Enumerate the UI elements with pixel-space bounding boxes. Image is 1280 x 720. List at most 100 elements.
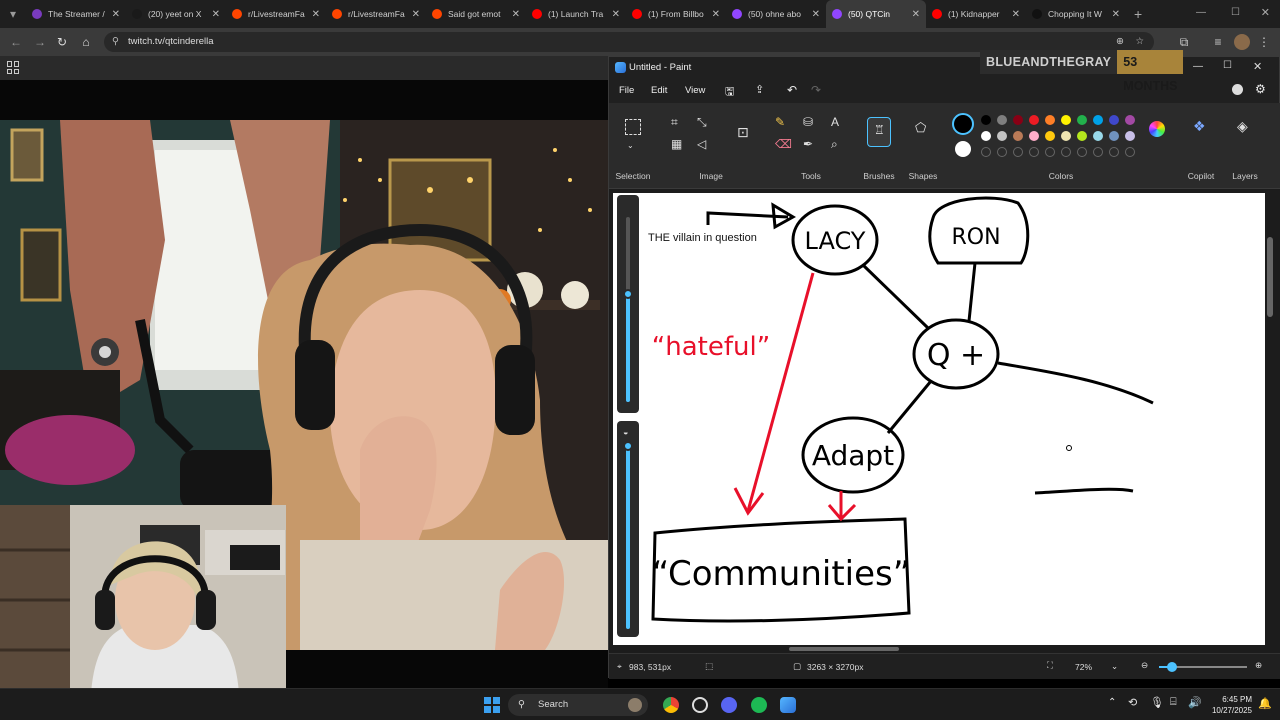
color-swatch[interactable] (1109, 115, 1119, 125)
custom-color-slot[interactable] (1045, 147, 1055, 157)
color-swatch[interactable] (1061, 115, 1071, 125)
browser-tab[interactable]: The Streamer / ✕ (26, 0, 126, 28)
browser-menu-icon[interactable]: ⋮ (1256, 34, 1272, 50)
url-field[interactable]: ⚲ twitch.tv/qtcinderella ☆ ⊕ (104, 32, 1154, 52)
microphone-icon[interactable]: 🎙 (1150, 696, 1164, 709)
close-window-icon[interactable]: ✕ (1261, 6, 1270, 19)
start-button-icon[interactable] (484, 697, 500, 713)
color-swatch[interactable] (1045, 115, 1055, 125)
tab-close-icon[interactable]: ✕ (912, 9, 920, 20)
browser-tab[interactable]: (1) Launch Tra ✕ (526, 0, 626, 28)
taskbar-search[interactable]: ⚲ Search (508, 694, 648, 716)
site-info-icon[interactable]: ⚲ (112, 32, 119, 52)
tab-close-icon[interactable]: ✕ (312, 9, 320, 20)
account-icon[interactable] (1232, 84, 1243, 95)
tray-sync-icon[interactable]: ⟲ (1128, 696, 1137, 709)
paint-maximize-icon[interactable]: ☐ (1223, 60, 1232, 71)
browser-tab[interactable]: (1) Kidnapper ✕ (926, 0, 1026, 28)
browser-tab[interactable]: (20) yeet on X ✕ (126, 0, 226, 28)
custom-color-slot[interactable] (1077, 147, 1087, 157)
browser-tab[interactable]: Chopping It W ✕ (1026, 0, 1126, 28)
color-swatch[interactable] (1125, 115, 1135, 125)
volume-icon[interactable]: 🔊 (1188, 696, 1202, 709)
eraser-icon[interactable]: ⌫ (775, 137, 792, 151)
browser-tab[interactable]: r/LivestreamFa ✕ (226, 0, 326, 28)
secondary-color-swatch[interactable] (955, 141, 971, 157)
brush-size-thumb[interactable] (623, 289, 633, 299)
zoom-out-icon[interactable]: ⊖ (1141, 660, 1148, 671)
color-swatch[interactable] (997, 131, 1007, 141)
save-icon[interactable]: 🖫 (725, 83, 734, 102)
edit-colors-icon[interactable] (1149, 121, 1165, 137)
color-swatch[interactable] (1013, 131, 1023, 141)
vertical-scrollbar[interactable] (1267, 237, 1273, 317)
shapes-icon[interactable]: ⬠ (915, 121, 926, 135)
background-remove-icon[interactable]: ⊡ (737, 125, 749, 139)
horizontal-scrollbar[interactable] (789, 647, 899, 651)
network-icon[interactable]: ⌸ (1170, 696, 1177, 709)
color-picker-icon[interactable]: ✒ (803, 137, 813, 151)
custom-color-slot[interactable] (1029, 147, 1039, 157)
paint-taskbar-icon[interactable] (780, 697, 796, 713)
chrome-taskbar-icon[interactable] (663, 697, 679, 713)
share-icon[interactable]: ⇪ (755, 83, 764, 96)
undo-icon[interactable]: ↶ (787, 83, 797, 97)
zoom-level[interactable]: 72% (1075, 662, 1092, 672)
spotify-taskbar-icon[interactable] (751, 697, 767, 713)
selection-dropdown-icon[interactable]: ⌄ (627, 139, 634, 153)
paint-close-icon[interactable]: ✕ (1253, 60, 1262, 73)
playlist-icon[interactable]: ≡ (1210, 34, 1226, 50)
custom-color-slot[interactable] (1125, 147, 1135, 157)
copilot-icon[interactable]: ❖ (1193, 119, 1206, 133)
selection-tool-icon[interactable] (625, 119, 641, 135)
color-swatch[interactable] (1093, 131, 1103, 141)
tab-close-icon[interactable]: ✕ (512, 9, 520, 20)
color-swatch[interactable] (1093, 115, 1103, 125)
browser-tab[interactable]: (1) From Billbo ✕ (626, 0, 726, 28)
menu-file[interactable]: File (619, 85, 634, 96)
tab-close-icon[interactable]: ✕ (1112, 9, 1120, 20)
new-tab-icon[interactable]: + (1134, 6, 1142, 22)
text-tool-icon[interactable]: A (831, 115, 839, 129)
color-swatch[interactable] (981, 115, 991, 125)
paint-minimize-icon[interactable]: — (1193, 61, 1203, 72)
tab-close-icon[interactable]: ✕ (712, 9, 720, 20)
custom-color-slot[interactable] (1109, 147, 1119, 157)
custom-color-slot[interactable] (997, 147, 1007, 157)
menu-view[interactable]: View (685, 85, 705, 96)
color-swatch[interactable] (1013, 115, 1023, 125)
bookmark-star-icon[interactable]: ☆ (1135, 32, 1144, 52)
custom-color-slot[interactable] (1013, 147, 1023, 157)
profile-avatar[interactable] (1234, 34, 1250, 50)
drawing-canvas[interactable]: LACY RON Q + Adapt “Communities” “hatefu… (613, 193, 1265, 645)
color-swatch[interactable] (1109, 131, 1119, 141)
color-swatch[interactable] (981, 131, 991, 141)
custom-color-slot[interactable] (1093, 147, 1103, 157)
maximize-icon[interactable]: ☐ (1231, 7, 1240, 18)
tab-close-icon[interactable]: ✕ (212, 9, 220, 20)
layers-icon[interactable]: ◈ (1237, 119, 1248, 133)
tray-overflow-icon[interactable]: ⌃ (1108, 697, 1116, 708)
crop-icon[interactable]: ⌗ (671, 115, 678, 129)
color-swatch[interactable] (1077, 131, 1087, 141)
zoom-dropdown-icon[interactable]: ⌄ (1111, 661, 1118, 672)
resize-icon[interactable]: ⤡ (697, 115, 707, 129)
opacity-thumb[interactable] (623, 441, 633, 451)
fit-to-window-icon[interactable]: ⛶ (1047, 660, 1053, 671)
custom-color-slot[interactable] (981, 147, 991, 157)
taskbar-clock[interactable]: 6:45 PM 10/27/2025 (1212, 694, 1252, 716)
extensions-icon[interactable]: ⧉ (1176, 34, 1192, 50)
tab-close-icon[interactable]: ✕ (1012, 9, 1020, 20)
color-swatch[interactable] (997, 115, 1007, 125)
color-swatch[interactable] (1125, 131, 1135, 141)
color-swatch[interactable] (1029, 131, 1039, 141)
primary-color-swatch[interactable] (952, 113, 974, 135)
browser-tab[interactable]: r/LivestreamFa ✕ (326, 0, 426, 28)
tab-close-icon[interactable]: ✕ (112, 9, 120, 20)
browser-tab[interactable]: Said got emot ✕ (426, 0, 526, 28)
browser-tab[interactable]: (50) ohne abo ✕ (726, 0, 826, 28)
zoom-slider-thumb[interactable] (1167, 662, 1177, 672)
rotate-icon[interactable]: ◁ (697, 137, 706, 151)
redo-icon[interactable]: ↷ (811, 83, 821, 97)
brushes-button[interactable]: ♖ (867, 117, 891, 147)
